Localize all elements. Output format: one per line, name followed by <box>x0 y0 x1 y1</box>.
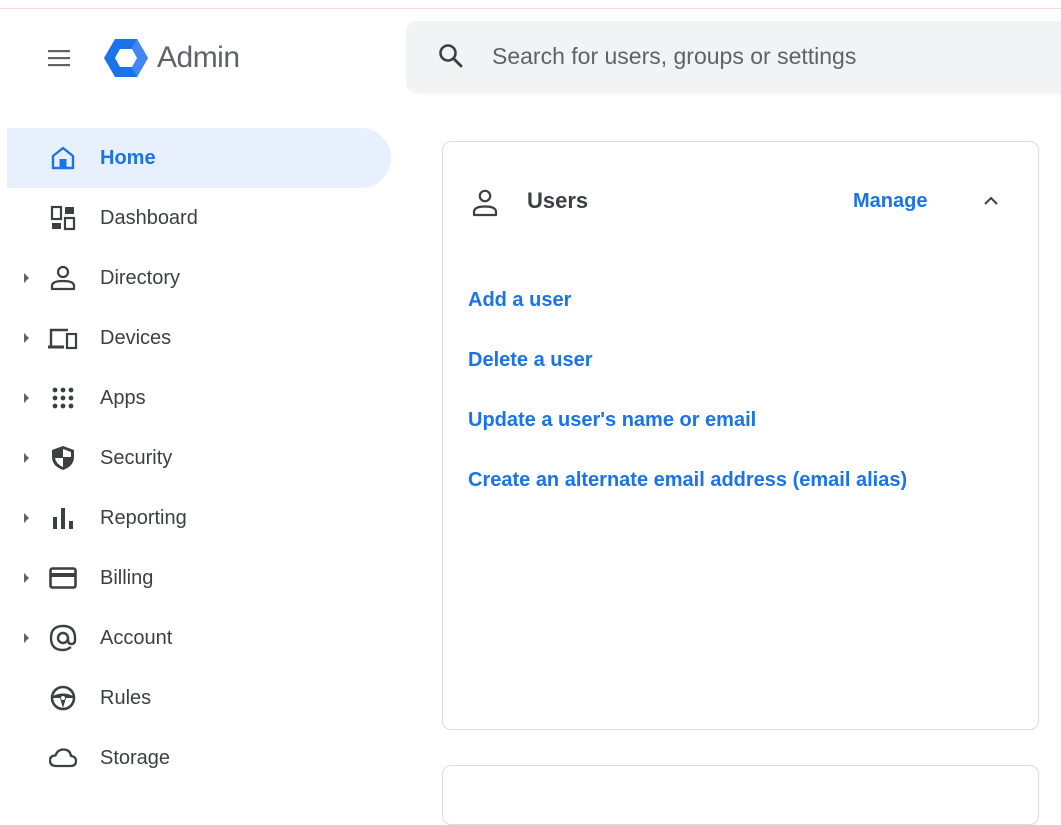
expand-caret-icon[interactable] <box>24 273 29 283</box>
expand-caret-icon[interactable] <box>24 573 29 583</box>
sidebar-item-label: Billing <box>100 567 154 589</box>
create-alias-link[interactable]: Create an alternate email address (email… <box>468 465 907 495</box>
shield-icon <box>48 444 78 472</box>
bar-chart-icon <box>48 504 78 532</box>
home-icon <box>48 144 78 172</box>
sidebar-item-account[interactable]: Account <box>7 608 391 668</box>
users-card-title: Users <box>527 188 589 213</box>
sidebar-item-label: Apps <box>100 387 146 409</box>
sidebar-item-billing[interactable]: Billing <box>7 548 391 608</box>
person-icon <box>470 188 500 218</box>
manage-users-link[interactable]: Manage <box>853 186 927 216</box>
sidebar-item-label: Home <box>100 147 156 169</box>
devices-icon <box>48 324 78 352</box>
users-card <box>442 141 1039 730</box>
search-icon[interactable] <box>438 43 464 69</box>
update-user-link[interactable]: Update a user's name or email <box>468 405 756 435</box>
admin-logo-icon[interactable] <box>104 38 148 78</box>
at-sign-icon <box>48 624 78 652</box>
chevron-up-icon[interactable] <box>976 186 1006 216</box>
expand-caret-icon[interactable] <box>24 393 29 403</box>
sidebar-item-label: Security <box>100 447 173 469</box>
hamburger-menu-icon[interactable] <box>44 42 76 74</box>
sidebar-item-directory[interactable]: Directory <box>7 248 391 308</box>
delete-user-link[interactable]: Delete a user <box>468 345 593 375</box>
secondary-card <box>442 765 1039 825</box>
sidebar-item-dashboard[interactable]: Dashboard <box>7 188 391 248</box>
expand-caret-icon[interactable] <box>24 333 29 343</box>
cloud-icon <box>48 744 78 772</box>
top-border <box>0 0 1061 9</box>
sidebar-item-apps[interactable]: Apps <box>7 368 391 428</box>
apps-grid-icon <box>48 384 78 412</box>
sidebar-item-label: Reporting <box>100 507 187 529</box>
sidebar-item-label: Devices <box>100 327 172 349</box>
dashboard-icon <box>48 204 78 232</box>
sidebar-item-label: Storage <box>100 747 171 769</box>
sidebar-item-home[interactable]: Home <box>7 128 391 188</box>
add-user-link[interactable]: Add a user <box>468 285 571 315</box>
sidebar-item-devices[interactable]: Devices <box>7 308 391 368</box>
sidebar-item-reporting[interactable]: Reporting <box>7 488 391 548</box>
search-input[interactable] <box>492 36 1032 76</box>
person-icon <box>48 264 78 292</box>
sidebar-item-security[interactable]: Security <box>7 428 391 488</box>
sidebar-item-rules[interactable]: Rules <box>7 668 391 728</box>
credit-card-icon <box>48 564 78 592</box>
expand-caret-icon[interactable] <box>24 453 29 463</box>
steering-wheel-icon <box>48 684 78 712</box>
sidebar-item-label: Account <box>100 627 173 649</box>
expand-caret-icon[interactable] <box>24 633 29 643</box>
sidebar-item-storage[interactable]: Storage <box>7 728 391 788</box>
sidebar-item-label: Rules <box>100 687 152 709</box>
sidebar-item-label: Dashboard <box>100 207 198 229</box>
expand-caret-icon[interactable] <box>24 513 29 523</box>
sidebar-item-label: Directory <box>100 267 181 289</box>
app-title: Admin <box>157 41 240 74</box>
